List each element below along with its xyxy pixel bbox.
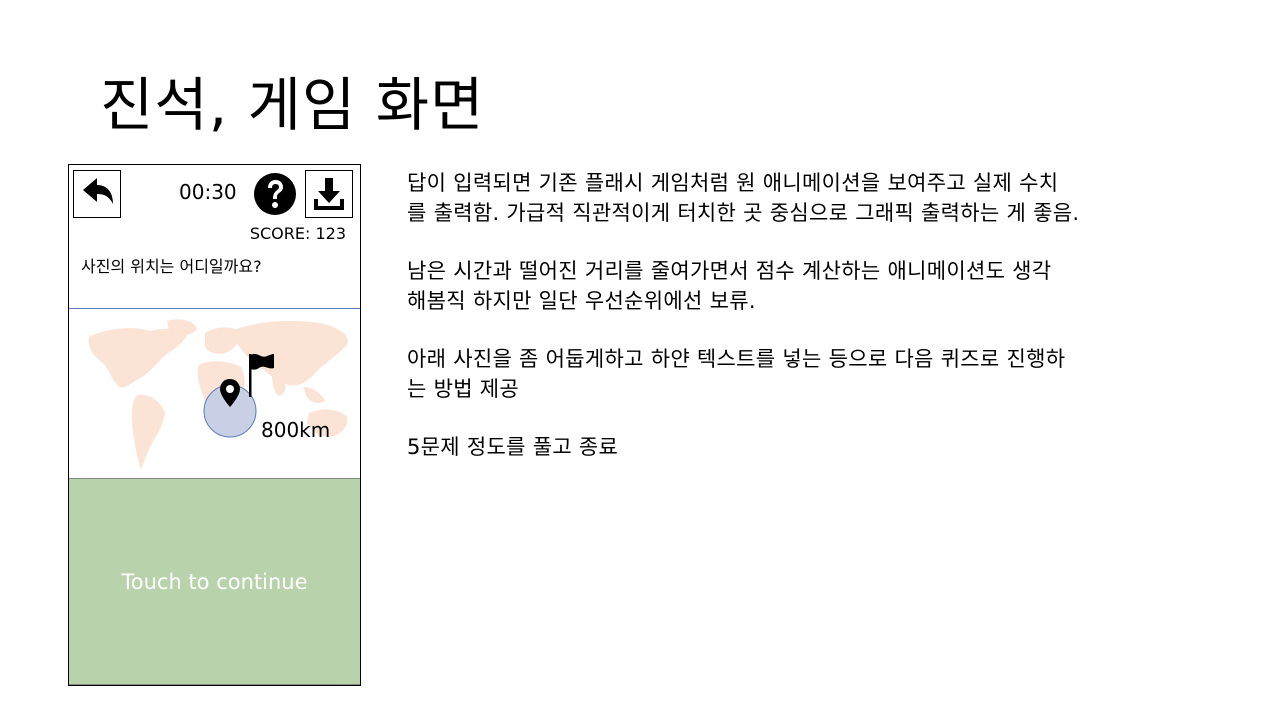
back-arrow-icon — [83, 178, 113, 204]
continue-label: Touch to continue — [121, 569, 308, 594]
note-paragraph: 남은 시간과 떨어진 거리를 줄여가면서 점수 계산하는 애니메이션도 생각 해… — [407, 259, 1052, 313]
continue-area[interactable]: Touch to continue — [69, 478, 360, 685]
world-map-graphic — [88, 319, 348, 469]
note-paragraph: 아래 사진을 좀 어둡게하고 하얀 텍스트를 넣는 등으로 다음 퀴즈로 진행하… — [407, 347, 1066, 401]
world-map[interactable]: 800km — [69, 308, 360, 479]
download-icon — [314, 178, 344, 210]
notes-panel: 답이 입력되면 기존 플래시 게임처럼 원 애니메이션을 보여주고 실제 수치 … — [407, 168, 1257, 490]
help-button[interactable] — [250, 170, 300, 218]
phone-mockup: 00:30 SCORE: 123 사진의 위치는 어디일까요? 800km To… — [68, 164, 361, 686]
back-button[interactable] — [73, 170, 121, 218]
score-label: SCORE: 123 — [249, 224, 346, 243]
question-circle-icon — [254, 173, 296, 215]
timer: 00:30 — [179, 180, 237, 204]
flag-icon — [249, 353, 274, 397]
download-button[interactable] — [305, 170, 353, 218]
note-paragraph: 5문제 정도를 풀고 종료 — [407, 435, 619, 459]
distance-label: 800km — [261, 418, 331, 442]
question-text: 사진의 위치는 어디일까요? — [81, 257, 262, 276]
slide-title: 진석, 게임 화면 — [100, 71, 485, 139]
note-paragraph: 답이 입력되면 기존 플래시 게임처럼 원 애니메이션을 보여주고 실제 수치 … — [407, 171, 1080, 225]
